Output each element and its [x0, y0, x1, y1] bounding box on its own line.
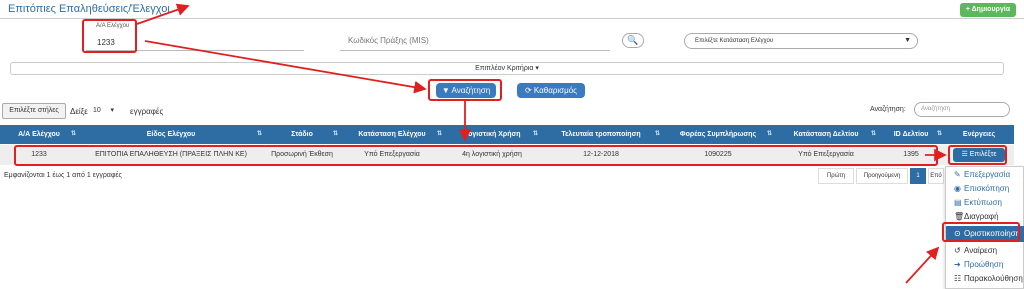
annotation-arrows [136, 3, 947, 284]
arrow-to-finalize [905, 246, 940, 284]
arrow-to-search [144, 40, 427, 94]
arrow-to-title [136, 3, 190, 25]
